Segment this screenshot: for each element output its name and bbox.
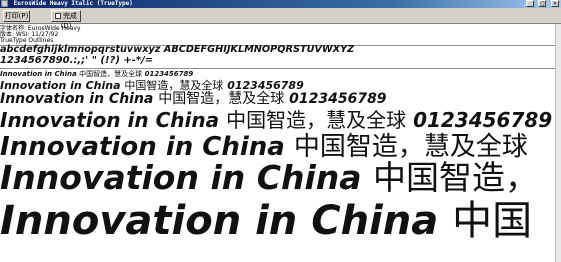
window-controls: _ □ ×: [525, 0, 559, 8]
charset-digits-punctuation: 1234567890.:,;' " (!?) +-*/=: [0, 55, 154, 66]
done-button[interactable]: 完成(D): [51, 10, 81, 30]
font-viewer-icon: [1, 0, 8, 7]
title-bar: EurosWide Heavy Italic (TrueType) _ □ ×: [0, 0, 561, 8]
maximize-button[interactable]: □: [538, 0, 547, 7]
vertical-scrollbar[interactable]: [555, 24, 561, 262]
font-type-line: TrueType Outlines: [0, 37, 54, 44]
close-button[interactable]: ×: [551, 0, 559, 7]
charset-lowercase-uppercase: abcdefghijklmnopqrstuvwxyz ABCDEFGHIJKLM…: [0, 44, 355, 55]
minimize-button[interactable]: _: [525, 0, 534, 7]
print-label: 打印(P): [4, 12, 29, 20]
done-icon: [55, 13, 61, 19]
sample-row-72: Innovation in China 中国: [0, 188, 532, 246]
print-button[interactable]: 打印(P): [3, 10, 30, 22]
toolbar: 打印(P) 完成(D): [0, 8, 561, 30]
window-title: EurosWide Heavy Italic (TrueType): [13, 0, 133, 7]
sample-cjk: 中国: [452, 198, 533, 244]
sample-latin: Innovation in China: [0, 198, 439, 244]
